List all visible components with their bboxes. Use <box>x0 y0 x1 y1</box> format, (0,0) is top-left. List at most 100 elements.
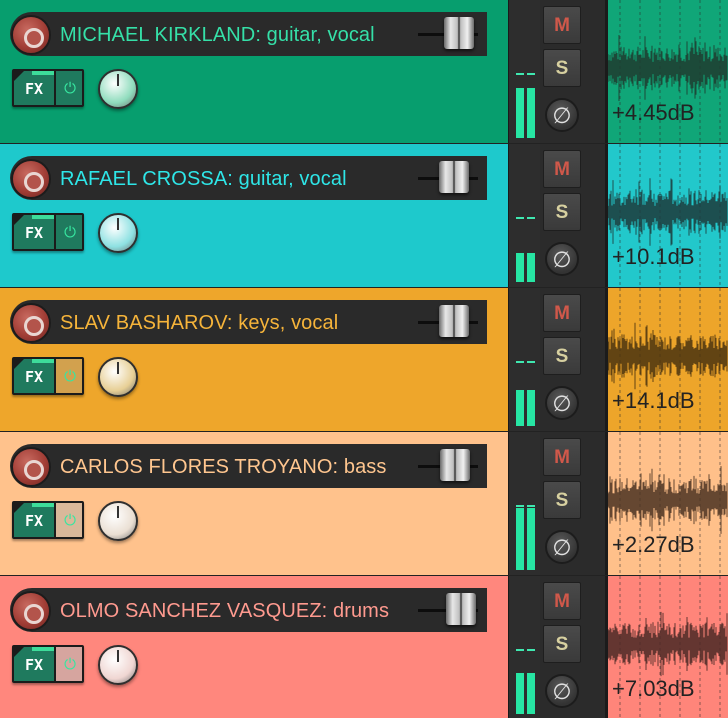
track-panel[interactable]: RAFAEL CROSSA: guitar, vocal FX ⏻ <box>0 144 508 287</box>
waveform-item[interactable]: +4.45dB <box>608 0 728 143</box>
level-meter <box>508 576 540 718</box>
meter-bar-right <box>527 508 535 570</box>
mute-button[interactable]: M <box>543 6 581 44</box>
peak-indicator-right <box>527 649 535 651</box>
waveform-path <box>608 466 728 534</box>
meter-bar-left <box>516 88 524 138</box>
meter-bar-left <box>516 390 524 426</box>
item-gain-label: +14.1dB <box>612 388 695 413</box>
phase-invert-icon[interactable]: ∅ <box>545 530 579 564</box>
peak-indicator-right <box>527 217 535 219</box>
peak-indicator-left <box>516 649 524 651</box>
waveform-path <box>608 178 728 246</box>
peak-indicator-right <box>527 361 535 363</box>
fx-label[interactable]: FX <box>14 215 54 249</box>
waveform-path <box>608 322 728 390</box>
track-name[interactable]: OLMO SANCHEZ VASQUEZ: drums <box>60 588 389 632</box>
fx-button[interactable]: FX ⏻ <box>12 357 84 395</box>
track-name-bar: SLAV BASHAROV: keys, vocal <box>10 300 487 344</box>
peak-indicator-left <box>516 361 524 363</box>
mute-button[interactable]: M <box>543 150 581 188</box>
peak-indicator-right <box>527 505 535 507</box>
peak-indicator-right <box>527 73 535 75</box>
record-arm-button[interactable] <box>11 159 51 199</box>
fx-bypass-power-icon[interactable]: ⏻ <box>54 71 82 105</box>
peak-indicator-left <box>516 73 524 75</box>
phase-invert-icon[interactable]: ∅ <box>545 242 579 276</box>
waveform-path <box>608 35 728 101</box>
track-panel[interactable]: SLAV BASHAROV: keys, vocal FX ⏻ <box>0 288 508 431</box>
fx-label[interactable]: FX <box>14 647 54 681</box>
fx-button[interactable]: FX ⏻ <box>12 645 84 683</box>
volume-fader-handle[interactable] <box>444 17 474 49</box>
record-arm-button[interactable] <box>11 303 51 343</box>
meter-bar-right <box>527 88 535 138</box>
meter-bar-left <box>516 253 524 282</box>
track: OLMO SANCHEZ VASQUEZ: drums FX ⏻ M S ∅ + <box>0 576 728 718</box>
record-arm-button[interactable] <box>11 591 51 631</box>
phase-invert-icon[interactable]: ∅ <box>545 386 579 420</box>
track-button-column: M S ∅ <box>540 0 608 143</box>
fx-label[interactable]: FX <box>14 503 54 537</box>
track: CARLOS FLORES TROYANO: bass FX ⏻ M S ∅ + <box>0 432 728 576</box>
record-arm-button[interactable] <box>11 447 51 487</box>
item-gain-label: +4.45dB <box>612 100 695 125</box>
track-button-column: M S ∅ <box>540 288 608 431</box>
track: MICHAEL KIRKLAND: guitar, vocal FX ⏻ M S… <box>0 0 728 144</box>
solo-button[interactable]: S <box>543 625 581 663</box>
fx-bypass-power-icon[interactable]: ⏻ <box>54 503 82 537</box>
fx-bypass-power-icon[interactable]: ⏻ <box>54 359 82 393</box>
track-panel[interactable]: MICHAEL KIRKLAND: guitar, vocal FX ⏻ <box>0 0 508 143</box>
mute-button[interactable]: M <box>543 438 581 476</box>
track-panel[interactable]: CARLOS FLORES TROYANO: bass FX ⏻ <box>0 432 508 575</box>
mute-button[interactable]: M <box>543 582 581 620</box>
pan-knob[interactable] <box>98 501 138 541</box>
solo-button[interactable]: S <box>543 193 581 231</box>
solo-button[interactable]: S <box>543 481 581 519</box>
pan-knob[interactable] <box>98 645 138 685</box>
fx-button[interactable]: FX ⏻ <box>12 213 84 251</box>
solo-button[interactable]: S <box>543 49 581 87</box>
meter-bar-left <box>516 673 524 714</box>
track-name[interactable]: CARLOS FLORES TROYANO: bass <box>60 444 387 488</box>
waveform-item[interactable]: +7.03dB <box>608 576 728 718</box>
track-name[interactable]: RAFAEL CROSSA: guitar, vocal <box>60 156 347 200</box>
record-arm-button[interactable] <box>11 15 51 55</box>
fx-label[interactable]: FX <box>14 359 54 393</box>
track-button-column: M S ∅ <box>540 144 608 287</box>
track-name-bar: OLMO SANCHEZ VASQUEZ: drums <box>10 588 487 632</box>
track-button-column: M S ∅ <box>540 576 608 718</box>
level-meter <box>508 144 540 287</box>
pan-knob[interactable] <box>98 213 138 253</box>
waveform-item[interactable]: +10.1dB <box>608 144 728 287</box>
fx-label[interactable]: FX <box>14 71 54 105</box>
fx-button[interactable]: FX ⏻ <box>12 501 84 539</box>
volume-fader-handle[interactable] <box>446 593 476 625</box>
phase-invert-icon[interactable]: ∅ <box>545 674 579 708</box>
track-name-bar: MICHAEL KIRKLAND: guitar, vocal <box>10 12 487 56</box>
waveform-item[interactable]: +14.1dB <box>608 288 728 431</box>
track-panel[interactable]: OLMO SANCHEZ VASQUEZ: drums FX ⏻ <box>0 576 508 718</box>
mute-button[interactable]: M <box>543 294 581 332</box>
item-gain-label: +10.1dB <box>612 244 695 269</box>
fx-button[interactable]: FX ⏻ <box>12 69 84 107</box>
item-gain-label: +2.27dB <box>612 532 695 557</box>
solo-button[interactable]: S <box>543 337 581 375</box>
track: RAFAEL CROSSA: guitar, vocal FX ⏻ M S ∅ <box>0 144 728 288</box>
track-name[interactable]: MICHAEL KIRKLAND: guitar, vocal <box>60 12 375 56</box>
phase-invert-icon[interactable]: ∅ <box>545 98 579 132</box>
track-name[interactable]: SLAV BASHAROV: keys, vocal <box>60 300 338 344</box>
volume-fader-handle[interactable] <box>439 305 469 337</box>
track-list: MICHAEL KIRKLAND: guitar, vocal FX ⏻ M S… <box>0 0 728 718</box>
fx-bypass-power-icon[interactable]: ⏻ <box>54 647 82 681</box>
meter-bar-right <box>527 253 535 282</box>
pan-knob[interactable] <box>98 357 138 397</box>
waveform-item[interactable]: +2.27dB <box>608 432 728 575</box>
volume-fader-handle[interactable] <box>440 449 470 481</box>
volume-fader-handle[interactable] <box>439 161 469 193</box>
track-name-bar: RAFAEL CROSSA: guitar, vocal <box>10 156 487 200</box>
fx-bypass-power-icon[interactable]: ⏻ <box>54 215 82 249</box>
pan-knob[interactable] <box>98 69 138 109</box>
level-meter <box>508 288 540 431</box>
meter-bar-right <box>527 390 535 426</box>
